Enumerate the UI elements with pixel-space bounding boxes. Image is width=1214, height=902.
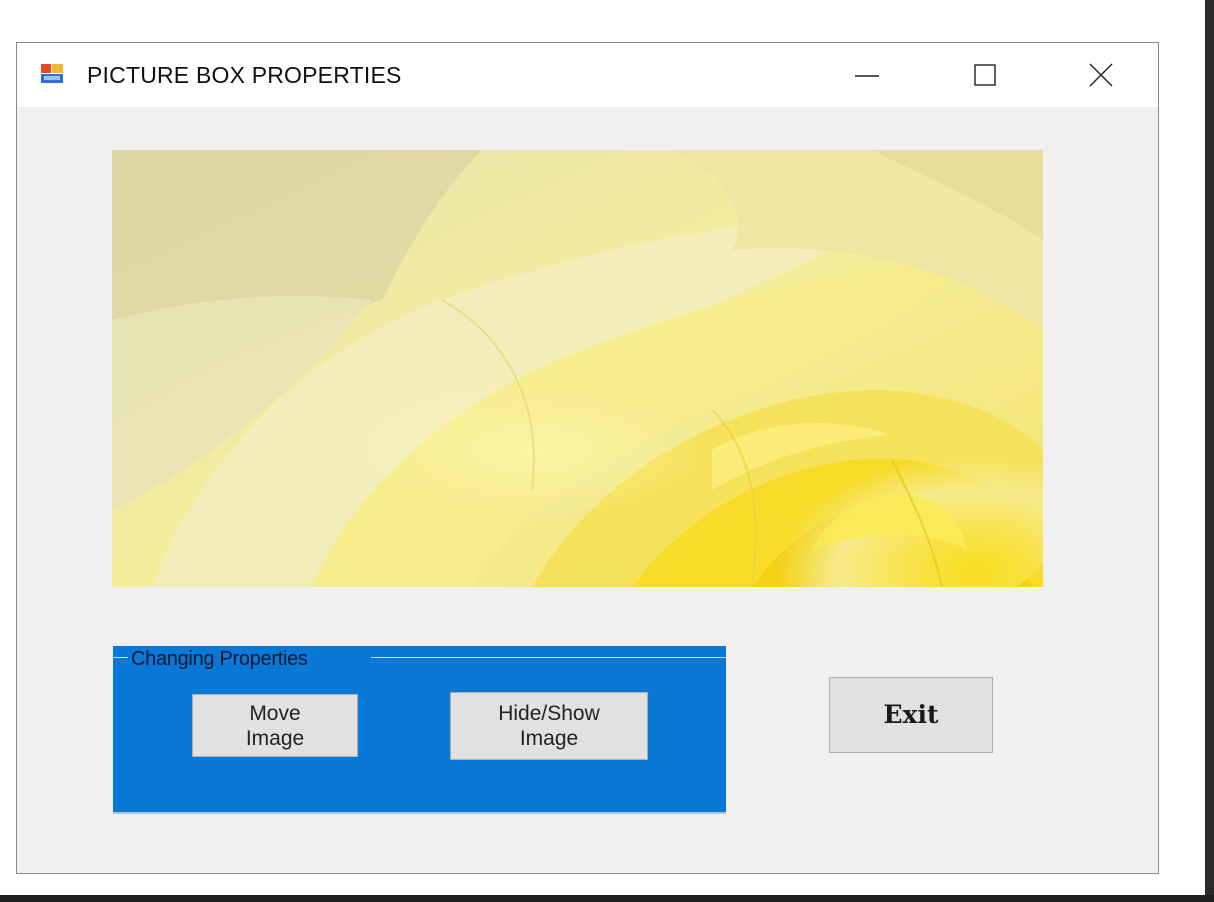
- move-image-button[interactable]: Move Image: [192, 694, 358, 757]
- rose-image: [112, 150, 1043, 587]
- group-label: Changing Properties: [131, 648, 308, 670]
- app-window: PICTURE BOX PROPERTIES Changing Properti…: [16, 42, 1159, 874]
- hide-show-image-button[interactable]: Hide/Show Image: [450, 692, 648, 760]
- move-image-label-line1: Move: [249, 702, 301, 725]
- minimize-button[interactable]: [835, 43, 899, 107]
- picture-box: [112, 150, 1043, 587]
- window-title: PICTURE BOX PROPERTIES: [87, 62, 402, 88]
- exit-button[interactable]: Exit: [829, 677, 993, 753]
- background-edge: [0, 895, 1214, 902]
- group-border: [113, 657, 128, 658]
- maximize-button[interactable]: [953, 43, 1017, 107]
- title-bar[interactable]: PICTURE BOX PROPERTIES: [17, 43, 1158, 107]
- close-icon: [1089, 63, 1113, 87]
- minimize-icon: [855, 75, 879, 77]
- group-border: [371, 657, 726, 658]
- maximize-icon: [974, 64, 996, 86]
- hide-show-label-line1: Hide/Show: [498, 702, 600, 725]
- changing-properties-group: Changing Properties Move Image Hide/Show…: [113, 646, 726, 814]
- background-edge: [1205, 0, 1214, 896]
- app-form-icon: [41, 63, 63, 83]
- close-button[interactable]: [1069, 43, 1133, 107]
- hide-show-label-line2: Image: [519, 727, 579, 750]
- move-image-label-line2: Image: [245, 727, 305, 750]
